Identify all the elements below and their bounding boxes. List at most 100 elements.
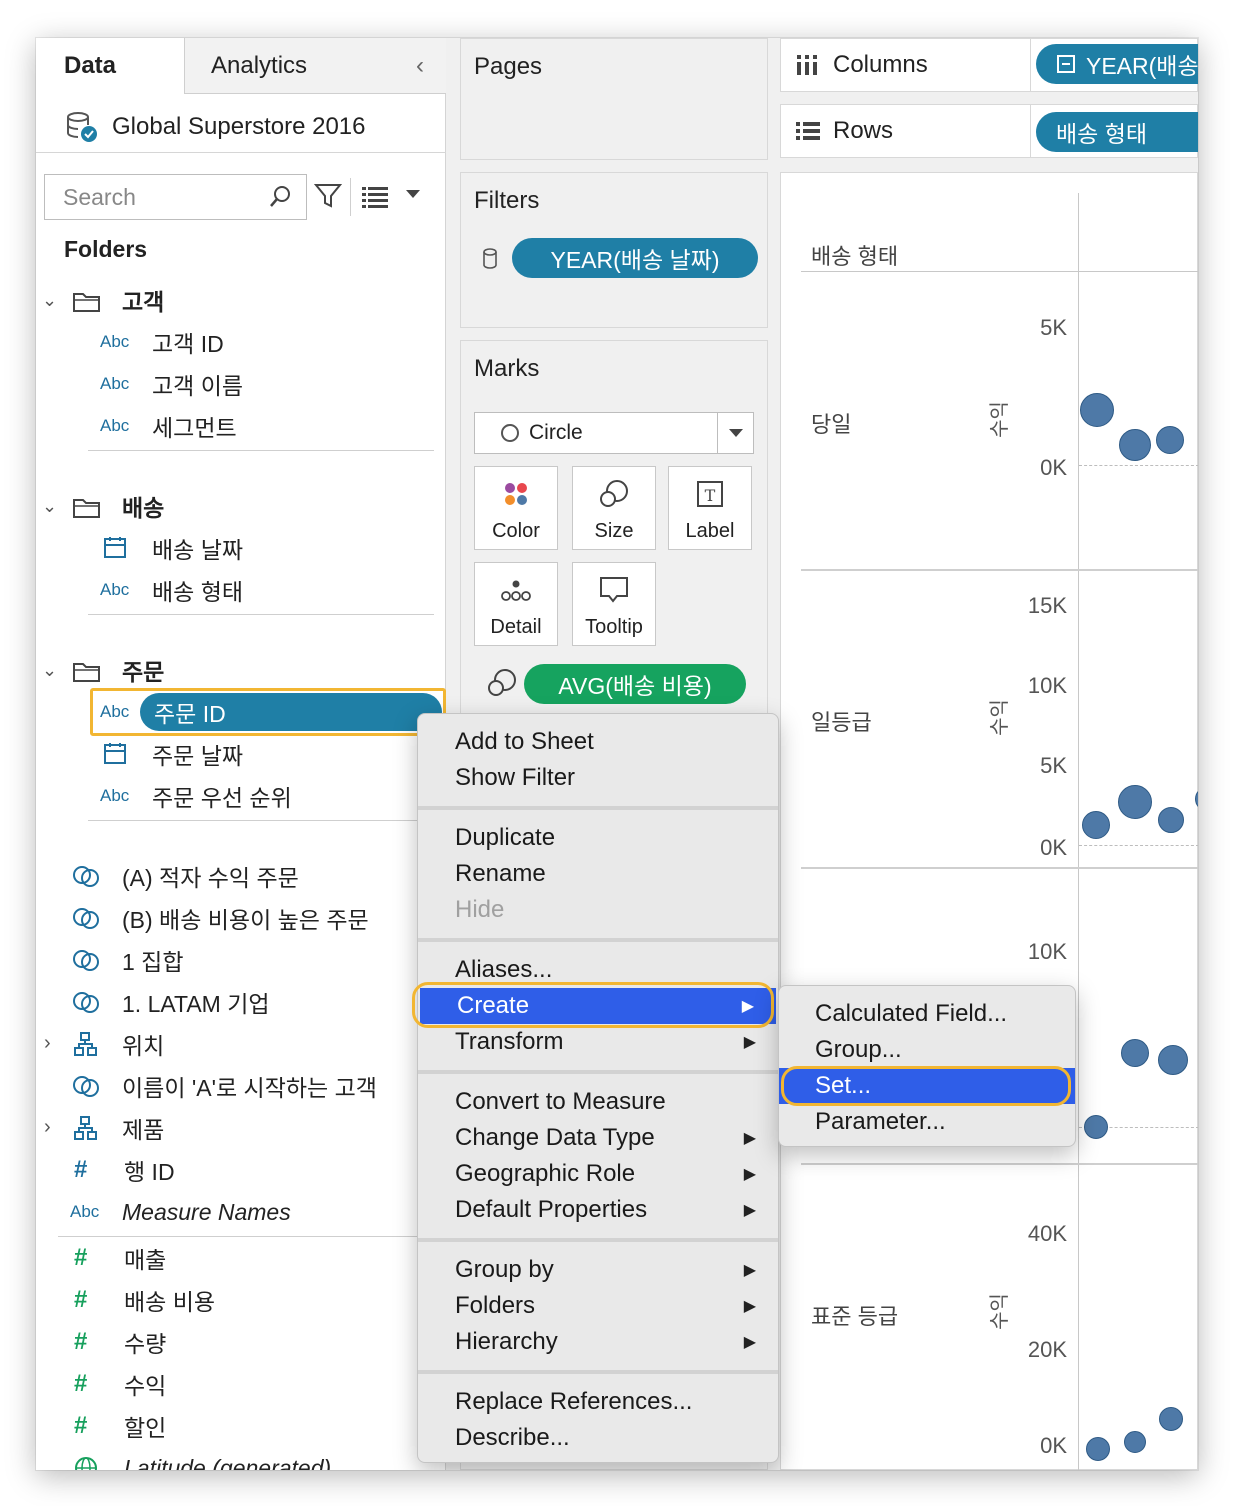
field-name: Latitude (generated): [124, 1454, 332, 1471]
color-button[interactable]: Color: [474, 466, 558, 550]
measure-row[interactable]: # 배송 비용: [74, 1280, 215, 1320]
globe-icon: [75, 1457, 97, 1470]
submenu-item-parameter[interactable]: Parameter...: [779, 1104, 1075, 1140]
rows-pill[interactable]: 배송 형태: [1036, 112, 1198, 152]
columns-pill[interactable]: YEAR(배송: [1036, 44, 1198, 84]
tab-data[interactable]: Data: [36, 38, 184, 94]
view-canvas[interactable]: 배송 형태 당일 수익 5K 0K 일등급 수익 15K 10K 5K 0K 1…: [780, 172, 1198, 1470]
menu-item-folders[interactable]: Folders ▶: [418, 1288, 778, 1324]
submenu-item-group[interactable]: Group...: [779, 1032, 1075, 1068]
field-name: 고객 ID: [152, 331, 224, 357]
data-mark[interactable]: [1124, 1431, 1146, 1453]
data-mark[interactable]: [1082, 811, 1110, 839]
filter-pill[interactable]: YEAR(배송 날짜): [512, 238, 758, 278]
chevron-right-icon[interactable]: ›: [44, 1032, 51, 1055]
mark-type-dropdown[interactable]: Circle: [474, 412, 754, 454]
menu-item-duplicate[interactable]: Duplicate: [418, 820, 778, 856]
chevron-down-icon[interactable]: ⌄: [42, 290, 57, 311]
field-row[interactable]: 주문 날짜: [100, 734, 243, 774]
measure-row[interactable]: # 매출: [74, 1238, 166, 1278]
menu-item-rename[interactable]: Rename: [418, 856, 778, 892]
data-mark[interactable]: [1121, 1039, 1149, 1067]
database-icon: [67, 112, 97, 142]
menu-item-show-filter[interactable]: Show Filter: [418, 760, 778, 796]
data-mark[interactable]: [1086, 1437, 1110, 1461]
divider: [88, 614, 434, 615]
data-mark[interactable]: [1158, 1045, 1188, 1075]
field-row[interactable]: 배송 날짜: [100, 528, 243, 568]
datasource-row[interactable]: Global Superstore 2016: [64, 104, 366, 150]
data-mark[interactable]: [1158, 807, 1184, 833]
field-row[interactable]: 1. LATAM 기업: [72, 982, 270, 1022]
folder-label[interactable]: 배송: [122, 486, 164, 526]
tab-analytics[interactable]: Analytics: [184, 38, 446, 94]
measure-row[interactable]: # 할인: [74, 1406, 166, 1446]
data-mark[interactable]: [1119, 429, 1151, 461]
measure-row[interactable]: # 수익: [74, 1364, 166, 1404]
pages-shelf[interactable]: Pages: [460, 38, 768, 160]
menu-item-group-by[interactable]: Group by ▶: [418, 1252, 778, 1288]
field-row[interactable]: 위치: [72, 1024, 164, 1064]
field-row[interactable]: Abc 고객 ID: [100, 322, 224, 362]
chevron-down-icon[interactable]: ⌄: [42, 496, 57, 517]
field-row[interactable]: # 행 ID: [74, 1150, 175, 1190]
view-options-dropdown-icon[interactable]: [406, 190, 420, 198]
menu-item-convert-to-measure[interactable]: Convert to Measure: [418, 1084, 778, 1120]
data-mark[interactable]: [1156, 426, 1184, 454]
svg-text:T: T: [705, 486, 716, 505]
field-context-menu: Add to Sheet Show Filter Duplicate Renam…: [412, 713, 779, 1463]
string-type-icon: Abc: [100, 374, 130, 393]
field-row[interactable]: Abc 세그먼트: [100, 406, 237, 446]
data-mark[interactable]: [1118, 785, 1152, 819]
data-mark[interactable]: [1080, 393, 1114, 427]
field-row[interactable]: Abc 주문 우선 순위: [100, 776, 292, 816]
menu-item-replace-references[interactable]: Replace References...: [418, 1384, 778, 1420]
axis-label: 수익: [988, 401, 1011, 438]
folder-label[interactable]: 고객: [122, 280, 164, 320]
size-button[interactable]: Size: [572, 466, 656, 550]
collapse-box-icon: [1057, 55, 1075, 73]
filter-icon[interactable]: [314, 182, 342, 210]
field-row[interactable]: (B) 배송 비용이 높은 주문: [72, 898, 369, 938]
menu-item-change-data-type[interactable]: Change Data Type ▶: [418, 1120, 778, 1156]
datasource-filter-icon: [483, 248, 497, 269]
search-input[interactable]: Search: [44, 174, 307, 220]
columns-label: Columns: [795, 39, 928, 91]
string-type-icon: Abc: [100, 786, 130, 805]
columns-pill-text: YEAR(배송: [1086, 53, 1198, 79]
menu-item-default-properties[interactable]: Default Properties ▶: [418, 1192, 778, 1228]
submenu-item-calculated-field[interactable]: Calculated Field...: [779, 996, 1075, 1032]
selected-field-pill[interactable]: 주문 ID: [140, 693, 442, 731]
field-name: (B) 배송 비용이 높은 주문: [122, 907, 369, 933]
data-mark[interactable]: [1195, 787, 1198, 811]
menu-item-geographic-role[interactable]: Geographic Role ▶: [418, 1156, 778, 1192]
size-measure-pill[interactable]: AVG(배송 비용): [524, 664, 746, 704]
field-row[interactable]: Abc 배송 형태: [100, 570, 243, 610]
field-row[interactable]: Abc 고객 이름: [100, 364, 243, 404]
axis-tick: 15K: [1027, 593, 1067, 618]
set-icon: [73, 866, 99, 887]
collapse-pane-icon[interactable]: ‹: [416, 52, 424, 80]
chevron-down-icon[interactable]: ⌄: [42, 660, 57, 681]
menu-item-add-to-sheet[interactable]: Add to Sheet: [418, 724, 778, 760]
field-row[interactable]: 1 집합: [72, 940, 184, 980]
folder-label[interactable]: 주문: [122, 650, 164, 690]
field-row[interactable]: 제품: [72, 1108, 164, 1148]
menu-item-describe[interactable]: Describe...: [418, 1420, 778, 1456]
data-mark[interactable]: [1084, 1115, 1108, 1139]
calendar-icon: [104, 537, 126, 558]
measure-row[interactable]: Latitude (generated): [72, 1448, 331, 1470]
menu-item-hierarchy[interactable]: Hierarchy ▶: [418, 1324, 778, 1360]
field-row[interactable]: 이름이 'A'로 시작하는 고객: [72, 1066, 377, 1106]
data-mark[interactable]: [1159, 1407, 1183, 1431]
field-row[interactable]: (A) 적자 수익 주문: [72, 856, 299, 896]
detail-button[interactable]: Detail: [474, 562, 558, 646]
field-row[interactable]: Abc Measure Names: [70, 1192, 291, 1232]
divider: [36, 152, 446, 153]
label-button[interactable]: T Label: [668, 466, 752, 550]
list-view-icon[interactable]: [362, 186, 390, 208]
tooltip-button[interactable]: Tooltip: [572, 562, 656, 646]
menu-item-transform[interactable]: Transform ▶: [418, 1024, 778, 1060]
chevron-right-icon[interactable]: ›: [44, 1116, 51, 1139]
measure-row[interactable]: # 수량: [74, 1322, 166, 1362]
